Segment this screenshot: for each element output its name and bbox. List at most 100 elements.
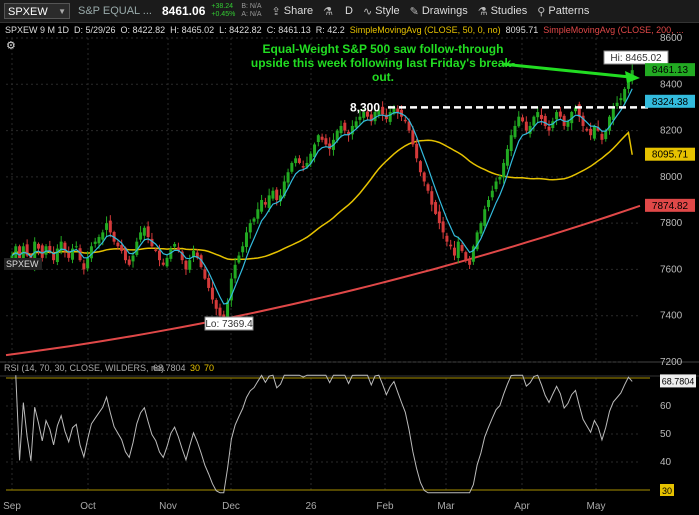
- candle-body: [585, 128, 589, 131]
- candle-body: [611, 107, 615, 120]
- candle-body: [615, 102, 619, 107]
- x-tick-label: May: [587, 501, 606, 512]
- candle-body: [339, 125, 343, 134]
- candle-body: [301, 166, 305, 168]
- candle-body: [324, 138, 328, 145]
- candle-body: [108, 220, 112, 233]
- candle-body: [479, 223, 483, 234]
- candle-body: [131, 255, 135, 262]
- x-tick-label: Dec: [222, 501, 240, 512]
- x-tick-label: Nov: [159, 501, 177, 512]
- settings-gear-icon: ⚙: [6, 40, 16, 52]
- y-tick-label: 8600: [660, 33, 683, 44]
- rsi-ob: 30: [190, 363, 200, 373]
- y-tick-label: 7200: [660, 357, 683, 368]
- candle-body: [286, 172, 290, 183]
- x-tick-label: Mar: [437, 501, 455, 512]
- candle-body: [411, 130, 415, 145]
- candle-body: [483, 209, 487, 226]
- candle-body: [267, 195, 271, 208]
- candle-body: [449, 244, 453, 247]
- candle-body: [127, 259, 131, 265]
- candle-body: [188, 260, 192, 270]
- candle-body: [233, 264, 237, 279]
- y-tick-label: 7400: [660, 311, 683, 322]
- candle-body: [67, 252, 71, 258]
- candle-body: [184, 260, 188, 270]
- candle-body: [358, 116, 362, 120]
- candle-body: [320, 136, 324, 140]
- candle-body: [490, 190, 494, 198]
- price-tag: 8324.38: [652, 97, 689, 108]
- candle-body: [161, 262, 165, 265]
- candle-body: [165, 257, 169, 267]
- price-tag: 8461.13: [652, 65, 689, 76]
- candle-body: [263, 202, 267, 205]
- candle-body: [244, 232, 248, 248]
- panel-symbol: SPXEW: [6, 259, 39, 269]
- candle-body: [210, 287, 214, 300]
- candle-body: [89, 246, 93, 259]
- candle-body: [101, 232, 105, 240]
- candle-body: [430, 191, 434, 205]
- candle-body: [157, 250, 161, 261]
- candle-body: [422, 172, 426, 182]
- candle-body: [290, 162, 294, 172]
- candle-body: [619, 98, 623, 101]
- candle-body: [418, 161, 422, 173]
- candle-body: [343, 122, 347, 131]
- candle-body: [600, 133, 604, 140]
- candle-body: [237, 255, 241, 263]
- candle-body: [48, 245, 52, 251]
- candle-body: [577, 104, 581, 117]
- x-tick-label: Feb: [376, 501, 394, 512]
- price-panel-bg: [0, 38, 699, 362]
- candle-body: [354, 121, 358, 128]
- candle-body: [517, 116, 521, 127]
- candle-body: [494, 181, 498, 190]
- resistance-label: 8,300: [350, 100, 380, 114]
- candle-body: [456, 241, 460, 259]
- candle-body: [415, 143, 419, 159]
- candle-body: [218, 307, 222, 316]
- rsi-value-header: 68.7804: [153, 363, 186, 373]
- hi-label: Hi: 8465.02: [610, 53, 662, 64]
- x-tick-label: Oct: [80, 501, 96, 512]
- candle-body: [623, 88, 627, 102]
- candle-body: [297, 158, 301, 163]
- y-tick-label: 7800: [660, 218, 683, 229]
- candle-body: [74, 246, 78, 248]
- y-tick-label: 8000: [660, 172, 683, 183]
- y-tick-label: 7600: [660, 264, 683, 275]
- candle-body: [555, 112, 559, 120]
- price-tag: 8095.71: [652, 150, 689, 161]
- candle-body: [36, 243, 40, 249]
- rsi-30-tag: 30: [662, 486, 672, 496]
- candle-body: [464, 252, 468, 261]
- candle-body: [437, 211, 441, 224]
- rsi-tag: 68.7804: [662, 376, 695, 386]
- price-tag: 7874.82: [652, 201, 689, 212]
- candle-body: [604, 130, 608, 140]
- candle-body: [521, 117, 525, 122]
- candle-body: [524, 121, 528, 131]
- candle-body: [154, 249, 158, 251]
- rsi-os: 70: [204, 363, 214, 373]
- lo-label: Lo: 7369.4: [205, 319, 253, 330]
- candle-body: [589, 128, 593, 136]
- rsi-path: [15, 374, 633, 494]
- x-tick-label: Apr: [514, 501, 530, 512]
- candle-body: [207, 277, 211, 288]
- candle-body: [120, 244, 124, 251]
- candle-body: [532, 116, 536, 126]
- candle-body: [248, 223, 252, 233]
- candle-body: [241, 246, 245, 253]
- candle-body: [93, 241, 97, 244]
- candle-body: [502, 162, 506, 178]
- candle-body: [539, 114, 543, 119]
- candle-body: [146, 226, 150, 238]
- candle-body: [97, 237, 101, 244]
- candle-body: [142, 227, 146, 236]
- y-tick-label: 8400: [660, 79, 683, 90]
- candle-body: [566, 121, 570, 127]
